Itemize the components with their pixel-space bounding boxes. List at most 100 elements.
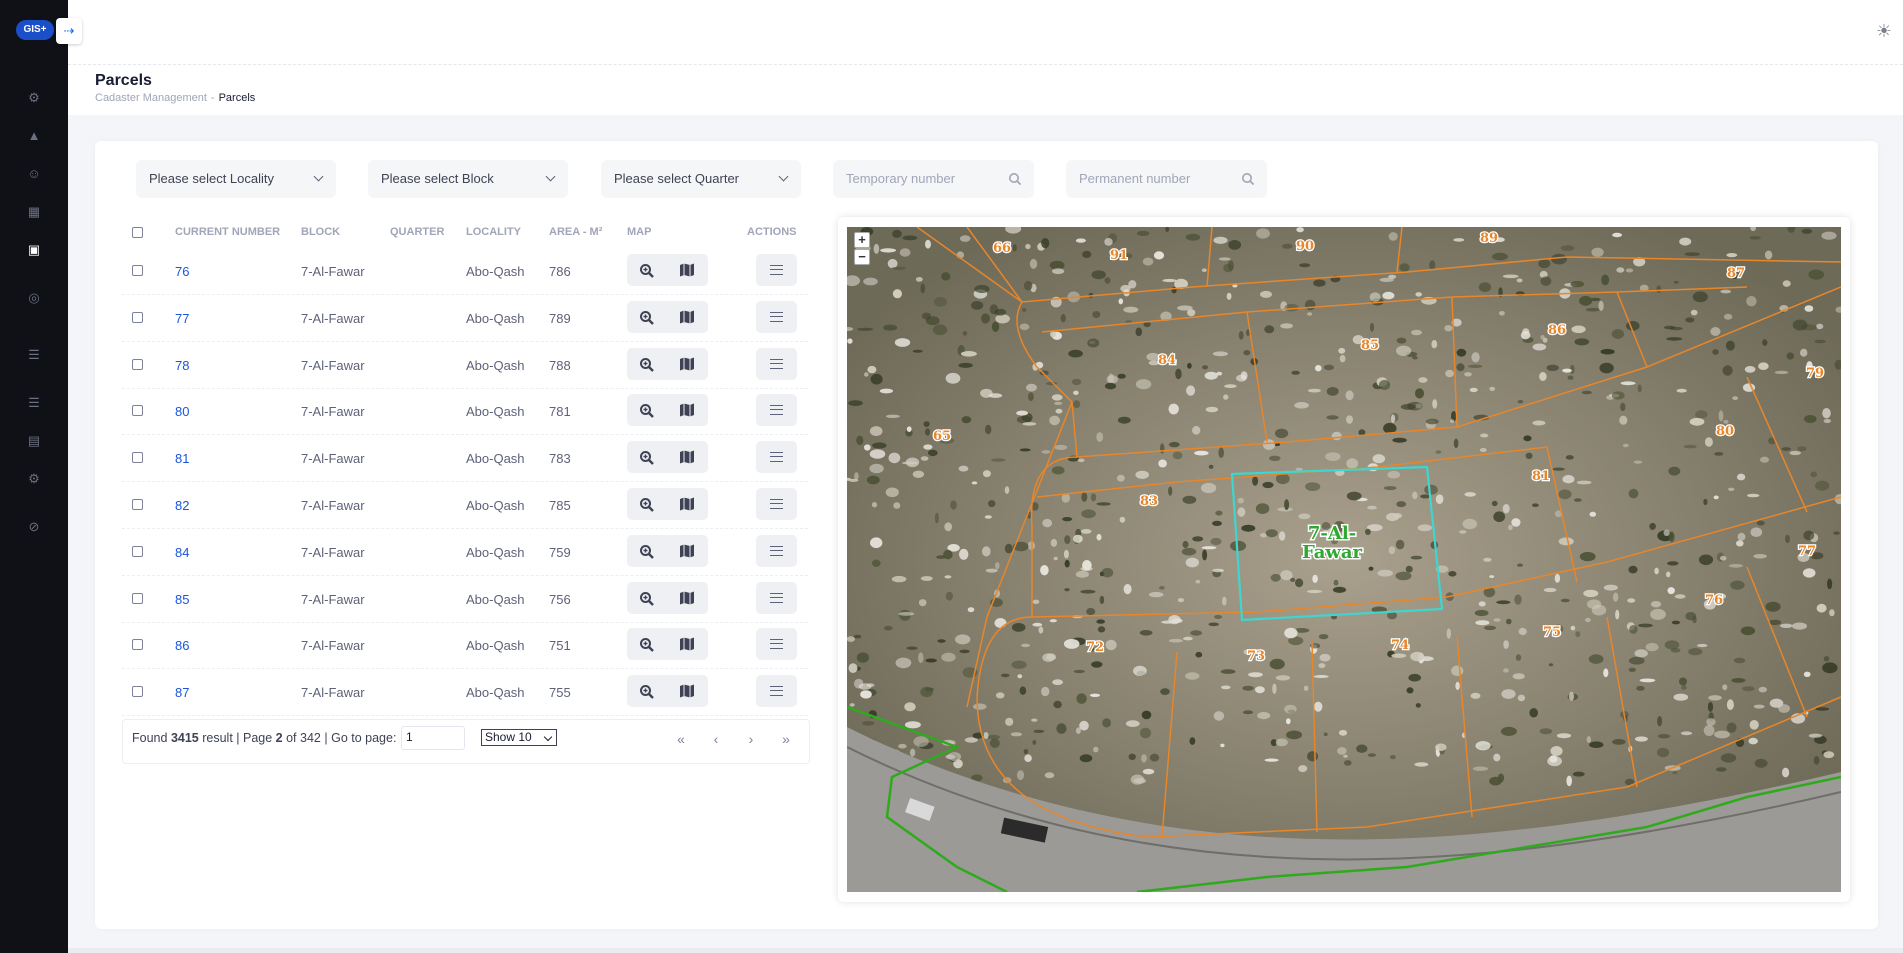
show-on-map-button[interactable] (667, 628, 707, 660)
locality-select[interactable]: Please select Locality (136, 160, 336, 198)
target-icon[interactable]: ◎ (24, 288, 44, 308)
map-icon[interactable]: ▦ (24, 202, 44, 222)
user-icon[interactable]: ☺ (24, 164, 44, 184)
temporary-number-input[interactable]: Temporary number (833, 160, 1034, 198)
row-checkbox[interactable] (132, 452, 143, 464)
parcel-number[interactable]: 86 (175, 638, 189, 653)
actions-menu-button[interactable] (756, 441, 797, 474)
shrub (1326, 387, 1339, 396)
block-select[interactable]: Please select Block (368, 160, 568, 198)
row-checkbox[interactable] (132, 265, 143, 276)
table-row[interactable]: 82 7-Al-Fawar Abo-Qash 785 (122, 482, 808, 529)
table-row[interactable]: 84 7-Al-Fawar Abo-Qash 759 (122, 529, 808, 576)
chart-icon[interactable]: ▲ (24, 126, 44, 146)
column-header-locality[interactable]: LOCALITY (466, 226, 521, 238)
breadcrumb-item[interactable]: Cadaster Management (95, 92, 207, 104)
actions-menu-button[interactable] (756, 300, 797, 333)
row-checkbox[interactable] (132, 592, 143, 604)
page-size-select[interactable]: Show 10 (481, 729, 557, 746)
zoom-to-parcel-button[interactable] (627, 628, 667, 660)
table-row[interactable]: 85 7-Al-Fawar Abo-Qash 756 (122, 576, 808, 623)
zoom-to-parcel-button[interactable] (627, 675, 667, 707)
parcel-map[interactable]: 66 91 90 89 87 84 85 86 79 65 80 83 81 77 76 72 73 74 75 7… (847, 227, 1841, 892)
parcel-number[interactable]: 87 (175, 685, 189, 700)
zoom-to-parcel-button[interactable] (627, 254, 667, 286)
table-icon[interactable]: ☰ (24, 345, 44, 365)
table-row[interactable]: 78 7-Al-Fawar Abo-Qash 788 (122, 342, 808, 389)
shrub (989, 738, 1000, 748)
column-header-current-number[interactable]: CURRENT NUMBER (175, 226, 280, 238)
table-row[interactable]: 87 7-Al-Fawar Abo-Qash 755 (122, 669, 808, 717)
goto-page-input[interactable]: 1 (401, 726, 465, 750)
parcel-number[interactable]: 78 (175, 358, 189, 373)
zoom-to-parcel-button[interactable] (627, 488, 667, 520)
show-on-map-button[interactable] (667, 582, 707, 614)
table-row[interactable]: 86 7-Al-Fawar Abo-Qash 751 (122, 622, 808, 670)
actions-menu-button[interactable] (756, 254, 797, 286)
gear-icon[interactable]: ⚙ (24, 469, 44, 489)
zoom-in-button[interactable]: + (854, 232, 870, 248)
app-logo[interactable]: GIS+ (16, 20, 54, 40)
first-page-button[interactable]: « (671, 731, 691, 747)
show-on-map-button[interactable] (667, 675, 707, 707)
row-checkbox[interactable] (132, 639, 143, 651)
actions-menu-button[interactable] (756, 488, 797, 520)
zoom-to-parcel-button[interactable] (627, 348, 667, 380)
document-icon[interactable]: ▤ (24, 431, 44, 451)
map-canvas[interactable]: 66 91 90 89 87 84 85 86 79 65 80 83 81 77 76 72 73 74 75 7… (847, 227, 1841, 892)
actions-menu-button[interactable] (756, 534, 797, 567)
shrub (1011, 623, 1026, 632)
row-checkbox[interactable] (132, 686, 143, 698)
show-on-map-button[interactable] (667, 348, 707, 380)
attachment-icon[interactable]: ⊘ (24, 517, 44, 537)
zoom-to-parcel-button[interactable] (627, 535, 667, 567)
parcel-number[interactable]: 80 (175, 404, 189, 419)
permanent-number-input[interactable]: Permanent number (1066, 160, 1267, 198)
show-on-map-button[interactable] (667, 394, 707, 426)
parcel-number[interactable]: 76 (175, 264, 189, 279)
show-on-map-button[interactable] (667, 254, 707, 286)
row-checkbox[interactable] (132, 405, 143, 417)
row-checkbox[interactable] (132, 545, 143, 557)
table-row[interactable]: 76 7-Al-Fawar Abo-Qash 786 (122, 248, 808, 295)
actions-menu-button[interactable] (756, 628, 797, 661)
actions-menu-button[interactable] (756, 581, 797, 614)
table-row[interactable]: 77 7-Al-Fawar Abo-Qash 789 (122, 295, 808, 342)
sidebar-toggle-button[interactable]: ⇢ (56, 18, 82, 44)
row-checkbox[interactable] (132, 358, 143, 370)
zoom-to-parcel-button[interactable] (627, 441, 667, 473)
parcel-number[interactable]: 77 (175, 311, 189, 326)
zoom-out-button[interactable]: − (854, 249, 870, 265)
show-on-map-button[interactable] (667, 441, 707, 473)
quarter-select[interactable]: Please select Quarter (601, 160, 801, 198)
select-all-checkbox[interactable] (132, 227, 143, 238)
show-on-map-button[interactable] (667, 535, 707, 567)
actions-menu-button[interactable] (756, 394, 797, 427)
parcel-number[interactable]: 84 (175, 545, 189, 560)
zoom-to-parcel-button[interactable] (627, 394, 667, 426)
prev-page-button[interactable]: ‹ (706, 731, 726, 747)
table-row[interactable]: 80 7-Al-Fawar Abo-Qash 781 (122, 388, 808, 436)
sun-icon[interactable]: ☀ (1874, 21, 1894, 41)
shrub (1579, 551, 1596, 562)
list-icon[interactable]: ☰ (24, 393, 44, 413)
show-on-map-button[interactable] (667, 301, 707, 333)
last-page-button[interactable]: » (776, 731, 796, 747)
actions-menu-button[interactable] (756, 347, 797, 380)
row-checkbox[interactable] (132, 311, 143, 323)
column-header-quarter[interactable]: QUARTER (390, 226, 444, 238)
settings-icon[interactable]: ⚙ (24, 88, 44, 108)
column-header-block[interactable]: BLOCK (301, 226, 340, 238)
show-on-map-button[interactable] (667, 488, 707, 520)
parcel-number[interactable]: 82 (175, 498, 189, 513)
parcel-number[interactable]: 81 (175, 451, 189, 466)
next-page-button[interactable]: › (741, 731, 761, 747)
actions-menu-button[interactable] (756, 675, 797, 708)
table-row[interactable]: 81 7-Al-Fawar Abo-Qash 783 (122, 435, 808, 483)
zoom-to-parcel-button[interactable] (627, 582, 667, 614)
zoom-to-parcel-button[interactable] (627, 301, 667, 333)
row-checkbox[interactable] (132, 499, 143, 510)
column-header-area[interactable]: AREA - M² (549, 226, 602, 238)
parcels-icon[interactable]: ▣ (24, 240, 44, 260)
parcel-number[interactable]: 85 (175, 592, 189, 607)
